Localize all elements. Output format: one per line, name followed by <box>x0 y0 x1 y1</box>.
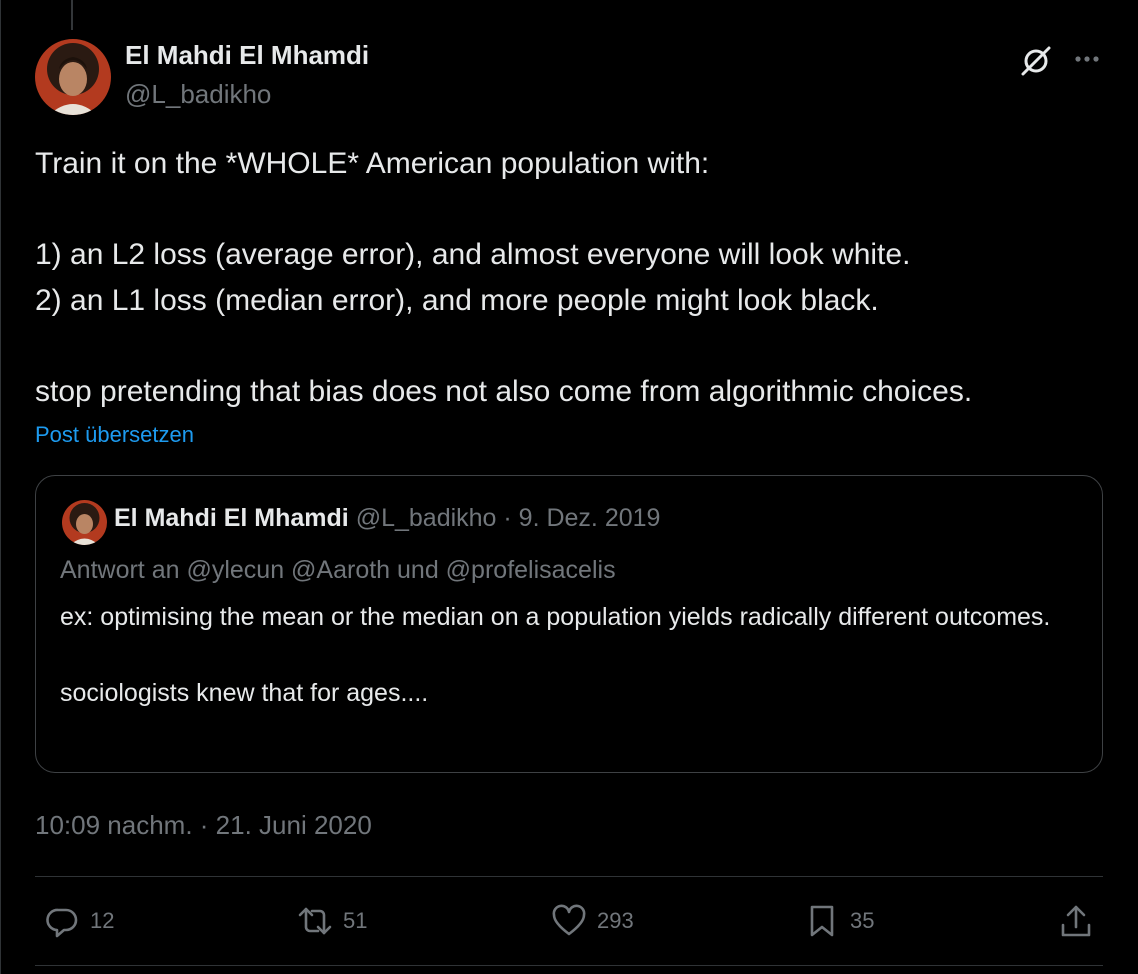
repost-count: 51 <box>343 908 368 933</box>
quoted-tweet-card[interactable]: El Mahdi El Mhamdi @L_badikho · 9. Dez. … <box>35 475 1103 773</box>
reply-button[interactable]: 12 <box>44 896 114 946</box>
quoted-text: ex: optimising the mean or the median on… <box>60 603 1051 707</box>
post-timestamp[interactable]: 10:09 nachm. · 21. Juni 2020 <box>35 810 372 841</box>
like-icon <box>552 904 586 936</box>
more-icon[interactable] <box>1072 46 1102 72</box>
divider-top <box>35 876 1103 877</box>
thread-connector-line <box>71 0 73 30</box>
quoted-meta: @L_badikho · 9. Dez. 2019 <box>355 504 661 532</box>
repost-button[interactable]: 51 <box>297 896 367 946</box>
quoted-author-avatar <box>62 500 107 545</box>
reply-icon <box>46 908 78 938</box>
like-button[interactable]: 293 <box>551 896 634 946</box>
share-button[interactable] <box>1058 896 1094 946</box>
quoted-reply-to: Antwort an @ylecun @Aaroth und @profelis… <box>60 556 616 584</box>
author-name[interactable]: El Mahdi El Mhamdi <box>125 40 369 71</box>
reply-count: 12 <box>90 908 115 933</box>
timeline-border <box>0 0 1 974</box>
grok-icon[interactable] <box>1018 43 1054 79</box>
tweet-text: Train it on the *WHOLE* American populat… <box>35 147 973 408</box>
bookmark-icon <box>810 905 834 937</box>
quoted-author-name: El Mahdi El Mhamdi <box>114 504 349 532</box>
author-avatar[interactable] <box>35 39 111 115</box>
bookmark-count: 35 <box>850 908 875 933</box>
translate-link[interactable]: Post übersetzen <box>35 422 194 448</box>
repost-icon <box>298 907 332 935</box>
author-handle[interactable]: @L_badikho <box>125 79 271 110</box>
divider-bottom <box>35 965 1103 966</box>
quoted-header: El Mahdi El Mhamdi @L_badikho · 9. Dez. … <box>114 504 660 533</box>
share-icon <box>1061 905 1091 937</box>
bookmark-button[interactable]: 35 <box>804 896 874 946</box>
like-count: 293 <box>597 908 634 933</box>
